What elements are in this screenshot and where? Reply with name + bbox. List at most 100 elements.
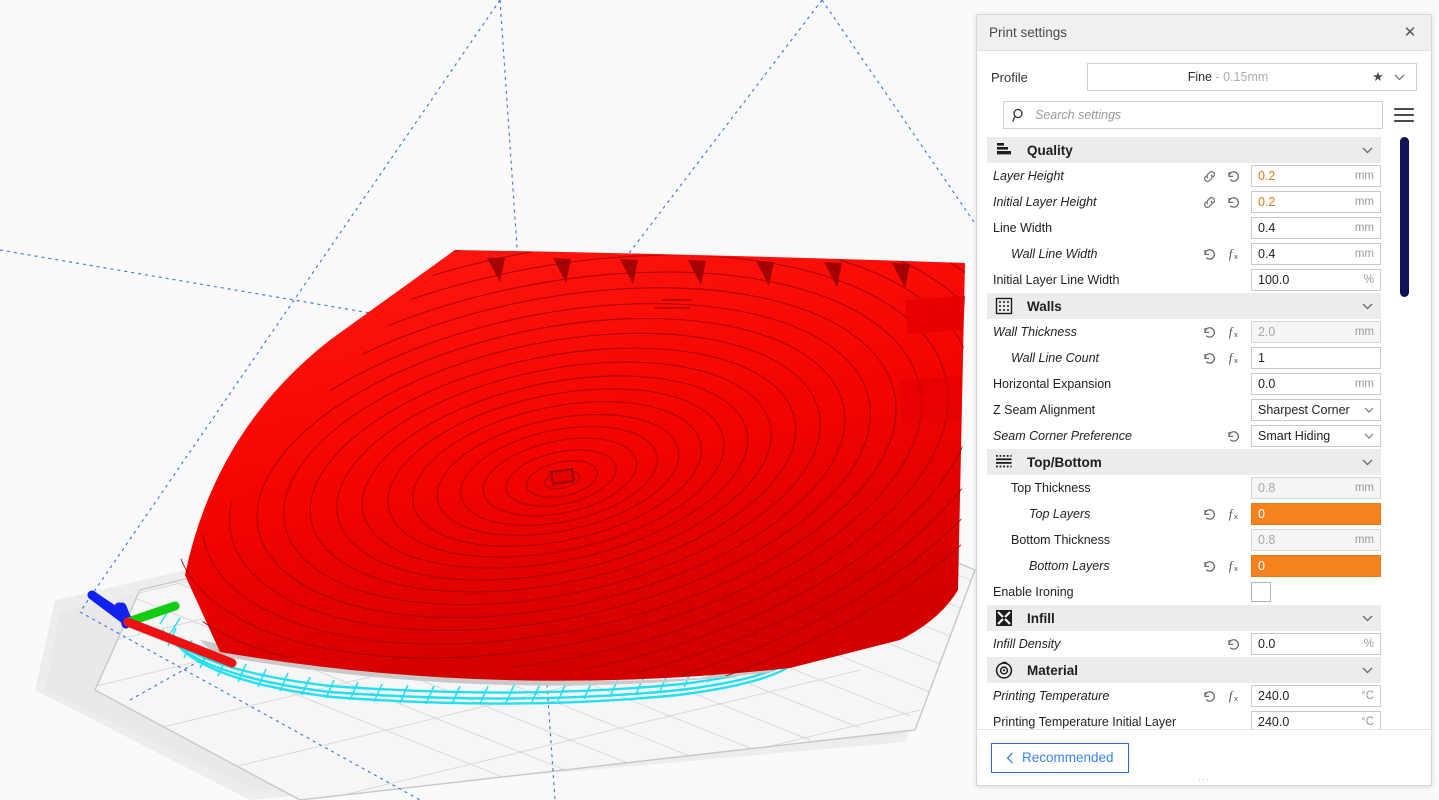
setting-label: Horizontal Expansion (993, 377, 1112, 391)
setting-row[interactable]: Top Thickness 0.8 mm (987, 475, 1381, 501)
setting-input[interactable]: 0.8 mm (1251, 529, 1381, 551)
settings-scroll-area[interactable]: Quality Layer Height 0.2 mm Initial Layer He… (987, 137, 1431, 729)
setting-input[interactable]: 0.0% (1251, 633, 1381, 655)
chevron-down-icon[interactable] (1353, 459, 1381, 466)
svg-text:x: x (1233, 564, 1237, 573)
revert-icon[interactable] (1197, 504, 1221, 524)
setting-row[interactable]: Initial Layer Height 0.2 mm (987, 189, 1381, 215)
svg-text:x: x (1233, 330, 1237, 339)
chevron-down-icon[interactable] (1353, 147, 1381, 154)
setting-label: Seam Corner Preference (993, 429, 1132, 443)
print-settings-panel[interactable]: Print settings ✕ Profile Fine - 0.15mm ★ (976, 14, 1432, 786)
svg-text:x: x (1233, 694, 1237, 703)
setting-input[interactable]: 2.0 mm (1251, 321, 1381, 343)
section-header-material[interactable]: Material (987, 657, 1381, 683)
function-icon[interactable]: fx (1221, 686, 1245, 706)
resize-grip[interactable]: ··· (1198, 774, 1210, 784)
function-icon[interactable]: fx (1221, 556, 1245, 576)
setting-input[interactable]: 0.4 mm (1251, 217, 1381, 239)
setting-row[interactable]: Printing Temperature f x 240.0 °C (987, 683, 1381, 709)
setting-input[interactable]: 0.4 mm (1251, 243, 1381, 265)
setting-row[interactable]: Printing Temperature Initial Layer 240.0 °… (987, 709, 1381, 729)
function-icon[interactable]: fx (1221, 244, 1245, 264)
setting-icons (1189, 166, 1245, 186)
chevron-down-icon[interactable] (1353, 667, 1381, 674)
search-input[interactable] (1035, 108, 1374, 122)
chevron-down-icon[interactable] (1353, 303, 1381, 310)
setting-row[interactable]: Bottom Thickness 0.8 mm (987, 527, 1381, 553)
revert-icon[interactable] (1197, 348, 1221, 368)
revert-icon[interactable] (1221, 634, 1245, 654)
setting-row[interactable]: Z Seam Alignment Sharpest Corner (987, 397, 1381, 423)
section-header-top-bottom[interactable]: Top/Bottom (987, 449, 1381, 475)
setting-input[interactable]: 0 (1251, 503, 1381, 525)
link-icon[interactable] (1197, 192, 1221, 212)
setting-icons: fx (1189, 686, 1245, 706)
section-header-walls[interactable]: Walls (987, 293, 1381, 319)
setting-row[interactable]: Horizontal Expansion 0.0 mm (987, 371, 1381, 397)
revert-icon[interactable] (1221, 166, 1245, 186)
star-icon[interactable]: ★ (1368, 69, 1388, 85)
close-icon[interactable]: ✕ (1399, 22, 1421, 44)
function-icon[interactable]: fx (1221, 348, 1245, 368)
setting-row[interactable]: Initial Layer Line Width 100.0% (987, 267, 1381, 293)
setting-row[interactable]: Wall Line Count f x 1 (987, 345, 1381, 371)
setting-input[interactable]: 0.2 mm (1251, 165, 1381, 187)
setting-dropdown[interactable]: Sharpest Corner (1251, 399, 1381, 421)
setting-row[interactable]: Enable Ironing (987, 579, 1381, 605)
profile-dropdown[interactable]: Fine - 0.15mm ★ (1087, 63, 1417, 91)
chevron-down-icon[interactable] (1364, 430, 1374, 442)
revert-icon[interactable] (1197, 322, 1221, 342)
chevron-down-icon[interactable] (1364, 404, 1374, 416)
setting-row[interactable]: Wall Thickness f x 2.0 mm (987, 319, 1381, 345)
setting-row[interactable]: Line Width 0.4 mm (987, 215, 1381, 241)
revert-icon[interactable] (1221, 192, 1245, 212)
recommended-button[interactable]: Recommended (991, 742, 1129, 773)
settings-scrollbar-thumb[interactable] (1400, 137, 1409, 297)
revert-icon[interactable] (1197, 556, 1221, 576)
setting-row[interactable]: Layer Height 0.2 mm (987, 163, 1381, 189)
link-icon[interactable] (1197, 166, 1221, 186)
section-header-infill[interactable]: Infill (987, 605, 1381, 631)
revert-icon[interactable] (1197, 686, 1221, 706)
setting-row[interactable]: Bottom Layers f x 0 (987, 553, 1381, 579)
function-icon[interactable]: fx (1221, 504, 1245, 524)
setting-input[interactable]: 0 (1251, 555, 1381, 577)
setting-input[interactable]: 0.2 mm (1251, 191, 1381, 213)
setting-value: 0.2 (1258, 195, 1276, 209)
setting-label: Initial Layer Line Width (993, 273, 1120, 287)
setting-value: 240.0 (1258, 689, 1290, 703)
setting-unit: % (1363, 638, 1374, 650)
setting-input[interactable]: 0.8 mm (1251, 477, 1381, 499)
setting-label: Layer Height (993, 169, 1064, 183)
setting-label: Wall Line Count (1011, 351, 1100, 365)
enable-ironing-checkbox[interactable] (1251, 582, 1271, 602)
setting-value: 0 (1258, 559, 1265, 573)
setting-dropdown[interactable]: Smart Hiding (1251, 425, 1381, 447)
function-icon[interactable]: fx (1221, 322, 1245, 342)
search-field-wrapper[interactable] (1003, 101, 1383, 129)
setting-icons (1189, 192, 1245, 212)
setting-icons: fx (1189, 504, 1245, 524)
settings-list: Quality Layer Height 0.2 mm Initial Layer He… (987, 137, 1381, 729)
settings-scrollbar-track[interactable] (1399, 137, 1411, 729)
setting-input[interactable]: 0.0 mm (1251, 373, 1381, 395)
setting-input[interactable]: 1 (1251, 347, 1381, 369)
setting-row[interactable]: Infill Density 0.0% (987, 631, 1381, 657)
setting-row[interactable]: Wall Line Width f x 0.4 mm (987, 241, 1381, 267)
setting-input[interactable]: 240.0 °C (1251, 711, 1381, 729)
chevron-down-icon[interactable] (1388, 74, 1410, 81)
setting-unit: mm (1354, 196, 1374, 208)
section-header-quality[interactable]: Quality (987, 137, 1381, 163)
setting-unit: mm (1354, 378, 1374, 390)
setting-input[interactable]: 100.0% (1251, 269, 1381, 291)
revert-icon[interactable] (1197, 244, 1221, 264)
chevron-down-icon[interactable] (1353, 615, 1381, 622)
setting-value: 240.0 (1258, 715, 1290, 729)
section-label: Infill (1027, 610, 1055, 626)
setting-row[interactable]: Top Layers f x 0 (987, 501, 1381, 527)
setting-input[interactable]: 240.0 °C (1251, 685, 1381, 707)
hamburger-menu-icon[interactable] (1391, 103, 1417, 127)
setting-row[interactable]: Seam Corner Preference Smart Hiding (987, 423, 1381, 449)
revert-icon[interactable] (1221, 426, 1245, 446)
